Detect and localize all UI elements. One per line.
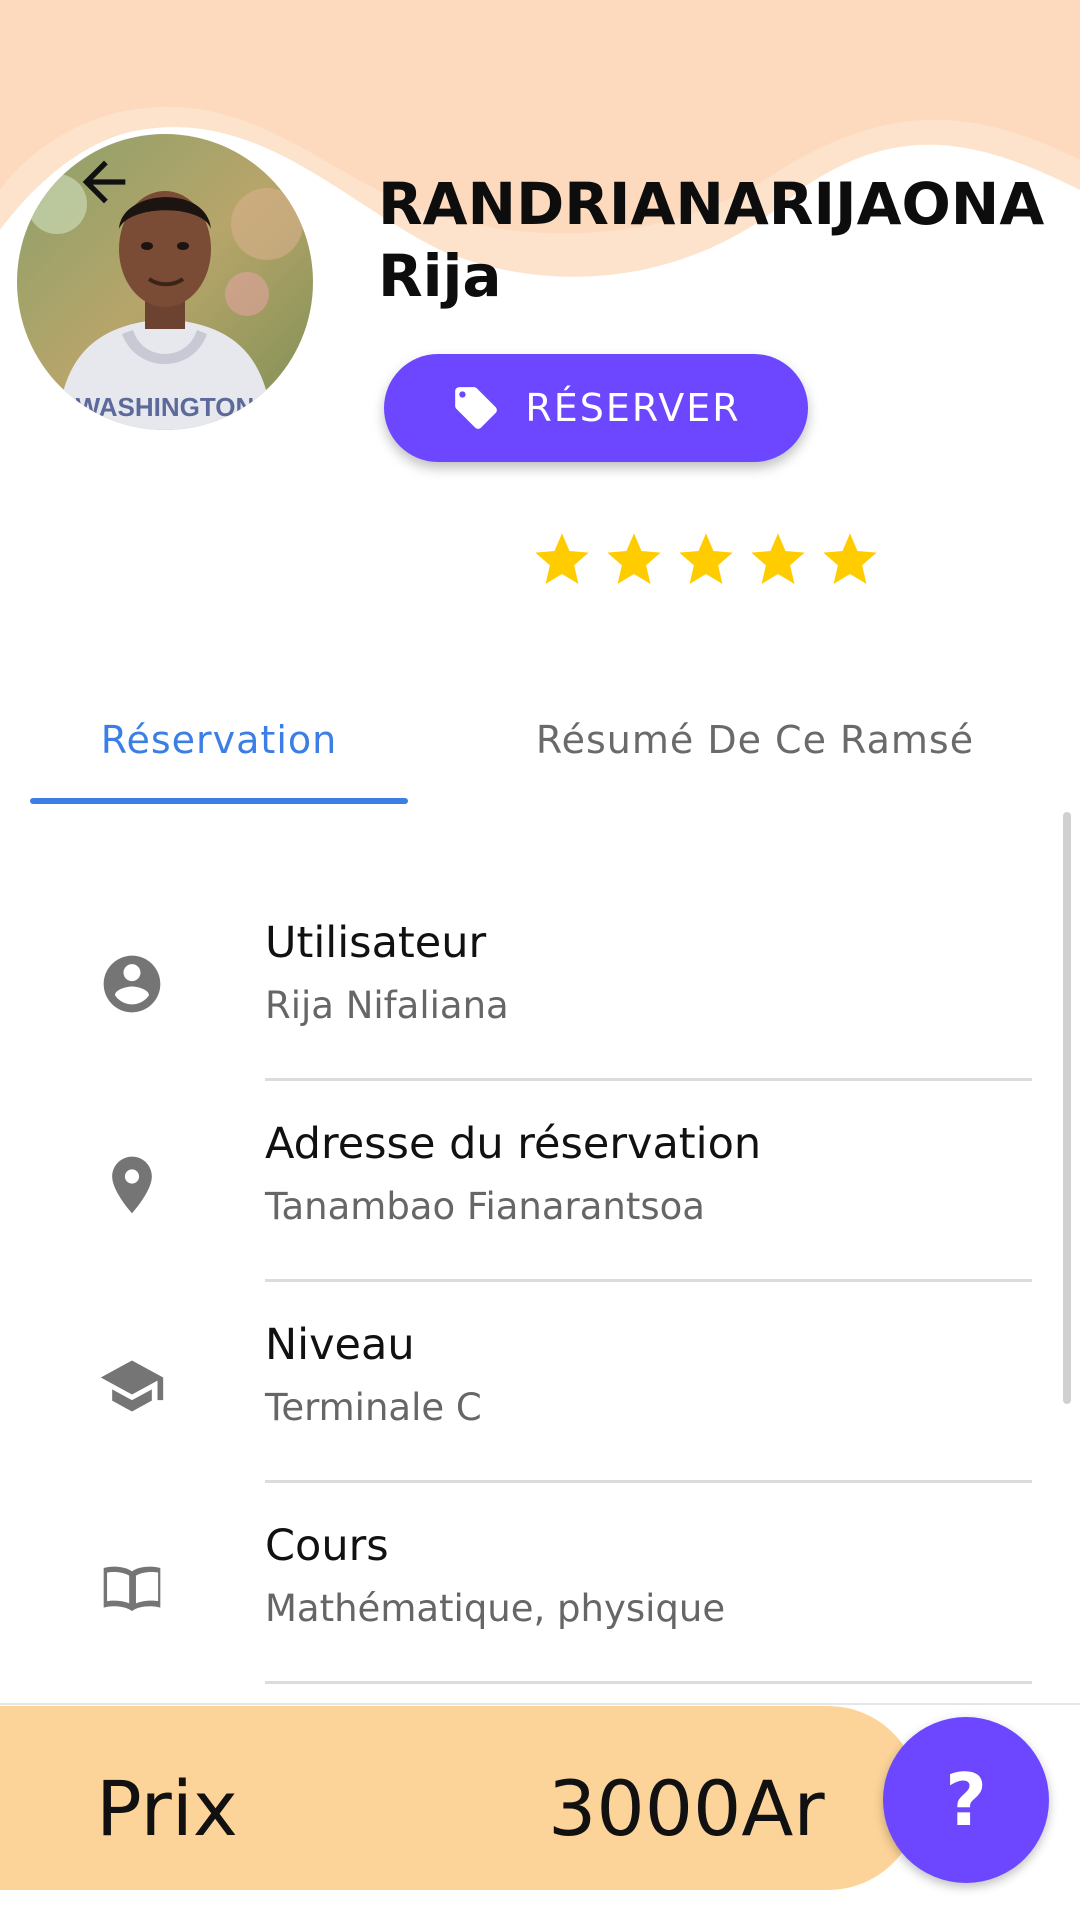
star-icon — [535, 533, 589, 584]
list-item-level: Niveau Terminale C — [0, 1282, 1040, 1483]
item-title: Cours — [265, 1521, 389, 1571]
price-label: Prix — [96, 1764, 238, 1853]
tab-resume[interactable]: Résumé De Ce Ramsé — [470, 700, 1040, 780]
location-pin-icon — [112, 1156, 152, 1214]
last-name: RANDRIANARIJAONA — [378, 170, 1045, 238]
reserve-button-label: RÉSERVER — [525, 386, 741, 430]
item-title: Niveau — [265, 1320, 415, 1370]
divider — [265, 1681, 1032, 1684]
list-item-address: Adresse du réservation Tanambao Fianaran… — [0, 1081, 1040, 1282]
star-icon — [607, 533, 661, 584]
scrollbar[interactable] — [1063, 812, 1071, 1404]
graduation-cap-icon — [100, 1360, 164, 1412]
rating-stars — [530, 528, 882, 592]
item-value: Rija Nifaliana — [265, 984, 509, 1027]
first-name: Rija — [378, 242, 502, 310]
item-title: Utilisateur — [265, 918, 487, 968]
price-value: 3000Ar — [548, 1764, 825, 1853]
tab-indicator — [30, 798, 408, 804]
star-icon — [751, 533, 805, 584]
list-item-courses: Cours Mathématique, physique — [0, 1483, 1040, 1684]
tag-icon — [455, 387, 498, 429]
footer-divider — [0, 1703, 1080, 1705]
tab-reservation[interactable]: Réservation — [30, 700, 408, 780]
item-value: Tanambao Fianarantsoa — [265, 1185, 705, 1228]
list-item-user: Utilisateur Rija Nifaliana — [0, 880, 1040, 1081]
help-button[interactable]: ? — [883, 1717, 1049, 1883]
back-button[interactable] — [72, 150, 136, 214]
star-icon — [823, 533, 877, 584]
tutor-name: RANDRIANARIJAONA Rija — [378, 168, 1058, 312]
book-open-icon — [103, 1566, 161, 1612]
account-circle-icon — [103, 955, 161, 1013]
avatar: WASHINGTON — [17, 134, 313, 430]
item-title: Adresse du réservation — [265, 1119, 762, 1169]
profile-photo: WASHINGTON — [17, 134, 313, 430]
details-list: Utilisateur Rija Nifaliana Adresse du ré… — [0, 880, 1040, 1684]
star-icon — [679, 533, 733, 584]
arrow-left-icon — [82, 160, 126, 204]
item-value: Terminale C — [265, 1386, 482, 1429]
question-mark-icon: ? — [945, 1758, 987, 1842]
tab-bar: Réservation Résumé De Ce Ramsé — [0, 680, 1080, 810]
item-value: Mathématique, physique — [265, 1587, 726, 1630]
reserve-button[interactable]: RÉSERVER — [384, 354, 808, 462]
svg-text:WASHINGTON: WASHINGTON — [76, 392, 255, 422]
